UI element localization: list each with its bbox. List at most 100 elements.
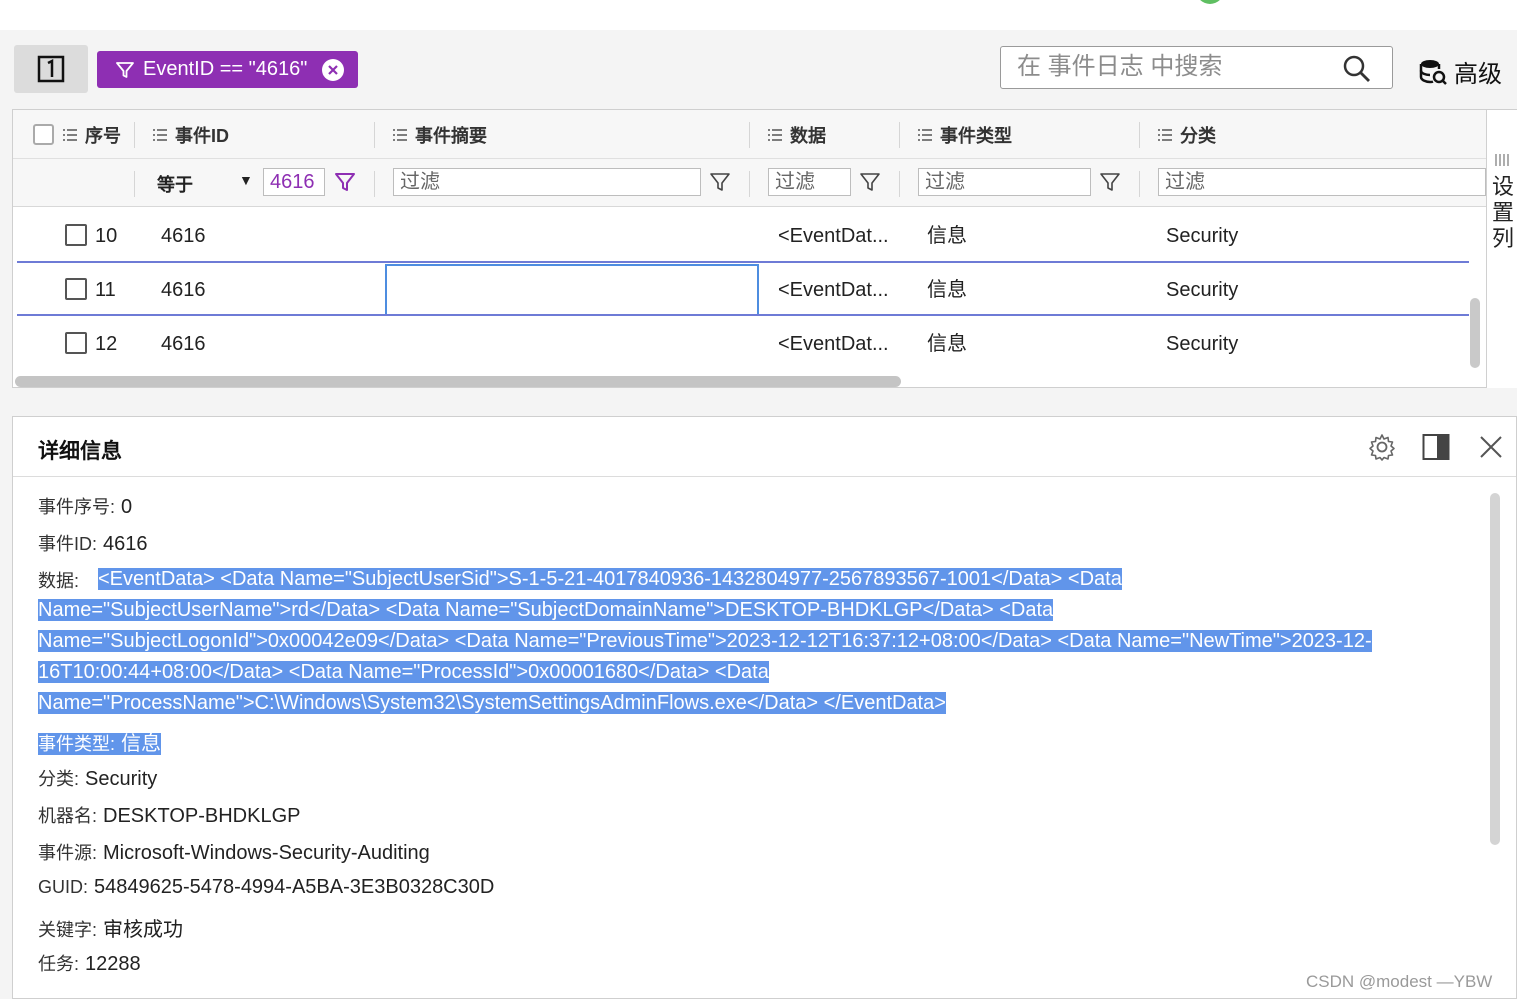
list-icon bbox=[1158, 128, 1172, 141]
detail-task: 任务: 12288 bbox=[38, 953, 141, 975]
funnel-icon bbox=[116, 61, 134, 78]
cell-eventid: 4616 bbox=[161, 225, 206, 247]
funnel-icon-active[interactable] bbox=[334, 171, 356, 193]
grid-vertical-scrollbar[interactable] bbox=[1470, 298, 1480, 368]
column-header-category[interactable]: 分类 bbox=[1158, 110, 1216, 159]
detail-data-label: 数据: bbox=[38, 571, 80, 591]
cell-type: 信息 bbox=[927, 279, 967, 301]
row-checkbox[interactable] bbox=[65, 224, 87, 246]
funnel-icon[interactable] bbox=[709, 171, 731, 193]
select-all-checkbox[interactable] bbox=[33, 124, 54, 145]
list-icon bbox=[768, 128, 782, 141]
filter-input-type[interactable]: 过滤 bbox=[918, 168, 1091, 196]
cell-type: 信息 bbox=[927, 225, 967, 247]
filter-operator-select[interactable]: 等于 bbox=[157, 171, 193, 197]
funnel-icon[interactable] bbox=[859, 171, 881, 193]
table-row[interactable]: 11 4616 <EventDat... 信息 Security bbox=[15, 264, 1467, 318]
split-view-icon[interactable] bbox=[1421, 432, 1451, 462]
list-icon bbox=[153, 128, 167, 141]
cell-eventid: 4616 bbox=[161, 333, 206, 355]
list-icon bbox=[918, 128, 932, 141]
filter-input-data[interactable]: 过滤 bbox=[768, 168, 851, 196]
details-panel: 详细信息 事件序号: 0 事件ID: 4616 数据: <EventData> <D… bbox=[12, 416, 1517, 999]
list-icon bbox=[63, 128, 77, 141]
status-dot bbox=[1196, 0, 1224, 4]
column-divider[interactable] bbox=[134, 122, 135, 148]
database-search-icon bbox=[1419, 59, 1447, 85]
filter-chip[interactable]: EventID == "4616" bbox=[97, 51, 358, 88]
column-divider bbox=[749, 171, 750, 197]
watermark: CSDN @modest —YBW bbox=[1306, 972, 1493, 991]
cell-type: 信息 bbox=[927, 333, 967, 355]
cell-category: Security bbox=[1166, 333, 1239, 355]
list-icon bbox=[393, 128, 407, 141]
caret-down-icon[interactable]: ▼ bbox=[239, 172, 253, 188]
panel-toggle-button[interactable] bbox=[14, 45, 88, 93]
details-header: 详细信息 bbox=[13, 417, 1516, 477]
grid-horizontal-scrollbar[interactable] bbox=[15, 376, 901, 387]
detail-machine: 机器名: DESKTOP-BHDKLGP bbox=[38, 805, 301, 827]
column-header-data[interactable]: 数据 bbox=[768, 110, 826, 159]
row-separator bbox=[17, 314, 1469, 316]
cell-category: Security bbox=[1166, 225, 1239, 247]
grid-header: 序号 事件ID 事件摘要 数据 事件类型 分类 bbox=[13, 110, 1486, 159]
table-row[interactable]: 10 4616 <EventDat... 信息 Security bbox=[15, 210, 1467, 264]
detail-source: 事件源: Microsoft-Windows-Security-Auditing bbox=[38, 842, 430, 864]
funnel-icon[interactable] bbox=[1099, 171, 1121, 193]
filter-chip-label: EventID == "4616" bbox=[143, 58, 308, 80]
column-divider[interactable] bbox=[749, 122, 750, 148]
row-separator bbox=[17, 261, 1469, 263]
column-divider bbox=[899, 171, 900, 197]
gear-icon[interactable] bbox=[1367, 432, 1397, 462]
filter-input-summary[interactable]: 过滤 bbox=[393, 168, 701, 196]
column-label-data: 数据 bbox=[790, 125, 826, 146]
cell-seq: 10 bbox=[95, 225, 118, 247]
column-label-category: 分类 bbox=[1180, 125, 1216, 146]
advanced-search-button[interactable]: 高级 bbox=[1418, 54, 1502, 89]
column-settings-label: 设 置 列 bbox=[1491, 174, 1514, 251]
close-icon[interactable] bbox=[1477, 432, 1505, 462]
detail-type: 事件类型: 信息 bbox=[38, 733, 162, 755]
details-vertical-scrollbar[interactable] bbox=[1490, 493, 1500, 845]
detail-category: 分类: Security bbox=[38, 768, 158, 790]
cell-seq: 12 bbox=[95, 333, 118, 355]
filter-input-eventid[interactable]: 4616 bbox=[263, 168, 325, 196]
table-row[interactable]: 12 4616 <EventDat... 信息 Security bbox=[15, 318, 1467, 372]
column-header-eventid[interactable]: 事件ID bbox=[153, 110, 229, 159]
column-divider[interactable] bbox=[899, 122, 900, 148]
search-icon[interactable] bbox=[1342, 54, 1372, 84]
column-label-seq: 序号 bbox=[85, 125, 121, 146]
column-label-eventid: 事件ID bbox=[175, 125, 229, 146]
detail-data-line: Name="SubjectUserName">rd</Data> <Data N… bbox=[38, 599, 1054, 621]
focused-cell[interactable] bbox=[385, 264, 759, 316]
filter-input-category[interactable]: 过滤 bbox=[1158, 168, 1486, 196]
close-icon bbox=[328, 65, 338, 75]
details-title: 详细信息 bbox=[38, 440, 122, 463]
detail-eventid: 事件ID: 4616 bbox=[38, 533, 148, 555]
row-checkbox[interactable] bbox=[65, 332, 87, 354]
column-header-seq[interactable]: 序号 bbox=[33, 110, 121, 159]
column-divider[interactable] bbox=[374, 122, 375, 148]
cell-eventid: 4616 bbox=[161, 279, 206, 301]
column-settings-panel[interactable]: 设 置 列 bbox=[1486, 110, 1517, 388]
detail-keyword: 关键字: 审核成功 bbox=[38, 919, 184, 941]
detail-data-line: 16T10:00:44+08:00</Data> <Data Name="Pro… bbox=[38, 661, 769, 683]
cell-seq: 11 bbox=[95, 279, 116, 301]
detail-guid: GUID: 54849625-5478-4994-A5BA-3E3B0328C30… bbox=[38, 876, 495, 898]
column-header-summary[interactable]: 事件摘要 bbox=[393, 110, 487, 159]
column-header-type[interactable]: 事件类型 bbox=[918, 110, 1012, 159]
remove-filter-button[interactable] bbox=[322, 59, 344, 81]
panel-icon bbox=[37, 55, 65, 83]
detail-data-line: Name="SubjectLogonId">0x00042e09</Data> … bbox=[38, 630, 1372, 652]
column-divider bbox=[134, 171, 135, 197]
row-checkbox[interactable] bbox=[65, 278, 87, 300]
cell-data: <EventDat... bbox=[778, 333, 889, 355]
cell-category: Security bbox=[1166, 279, 1239, 301]
column-divider[interactable] bbox=[1139, 122, 1140, 148]
detail-data-line: <EventData> <Data Name="SubjectUserSid">… bbox=[98, 568, 1122, 590]
column-divider bbox=[374, 171, 375, 197]
search-input[interactable] bbox=[1017, 51, 1337, 83]
column-label-summary: 事件摘要 bbox=[415, 125, 487, 146]
column-divider bbox=[1139, 171, 1140, 197]
detail-data-line: Name="ProcessName">C:\Windows\System32\S… bbox=[38, 692, 946, 714]
